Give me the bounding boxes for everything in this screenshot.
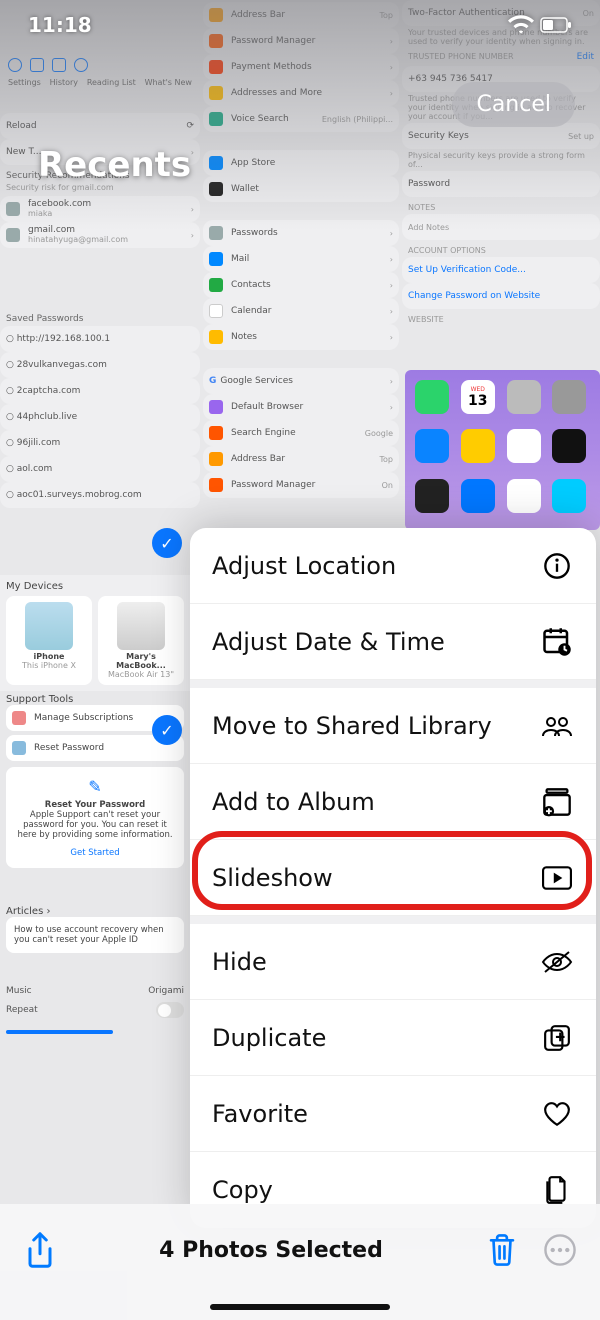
share-button[interactable] xyxy=(22,1232,58,1268)
bg-item: Reload⟳ xyxy=(0,113,200,139)
menu-label: Move to Shared Library xyxy=(212,712,492,740)
menu-hide[interactable]: Hide xyxy=(190,924,596,1000)
selection-check-icon: ✓ xyxy=(152,715,182,745)
play-rectangle-icon xyxy=(540,861,574,895)
menu-label: Duplicate xyxy=(212,1024,326,1052)
album-add-icon xyxy=(540,785,574,819)
heart-icon xyxy=(540,1097,574,1131)
duplicate-icon xyxy=(540,1021,574,1055)
status-time: 11:18 xyxy=(28,13,92,37)
menu-move-to-shared-library[interactable]: Move to Shared Library xyxy=(190,688,596,764)
wifi-icon xyxy=(508,15,534,35)
menu-label: Copy xyxy=(212,1176,273,1204)
action-sheet: Adjust Location Adjust Date & Time Move … xyxy=(190,528,596,1228)
menu-favorite[interactable]: Favorite xyxy=(190,1076,596,1152)
selected-count-label: 4 Photos Selected xyxy=(159,1238,383,1263)
eye-slash-icon xyxy=(540,945,574,979)
copy-doc-icon xyxy=(540,1173,574,1207)
bg-homescreen-thumbnail: WED13 xyxy=(405,370,600,530)
trash-button[interactable] xyxy=(484,1232,520,1268)
home-indicator xyxy=(210,1304,390,1310)
status-bar: 11:18 xyxy=(0,0,600,50)
menu-duplicate[interactable]: Duplicate xyxy=(190,1000,596,1076)
menu-adjust-date-time[interactable]: Adjust Date & Time xyxy=(190,604,596,680)
calendar-clock-icon xyxy=(540,625,574,659)
more-button[interactable] xyxy=(542,1232,578,1268)
people-icon xyxy=(540,709,574,743)
menu-label: Add to Album xyxy=(212,788,375,816)
cancel-button[interactable]: Cancel xyxy=(452,82,575,127)
menu-adjust-location[interactable]: Adjust Location xyxy=(190,528,596,604)
page-title-recents: Recents xyxy=(38,145,191,185)
menu-label: Adjust Date & Time xyxy=(212,628,445,656)
bottom-toolbar: 4 Photos Selected xyxy=(0,1204,600,1320)
selection-check-icon: ✓ xyxy=(152,528,182,558)
battery-icon xyxy=(540,17,572,33)
menu-label: Slideshow xyxy=(212,864,333,892)
menu-label: Favorite xyxy=(212,1100,308,1128)
info-icon xyxy=(540,549,574,583)
menu-label: Adjust Location xyxy=(212,552,396,580)
menu-add-to-album[interactable]: Add to Album xyxy=(190,764,596,840)
menu-label: Hide xyxy=(212,948,267,976)
menu-slideshow[interactable]: Slideshow xyxy=(190,840,596,916)
